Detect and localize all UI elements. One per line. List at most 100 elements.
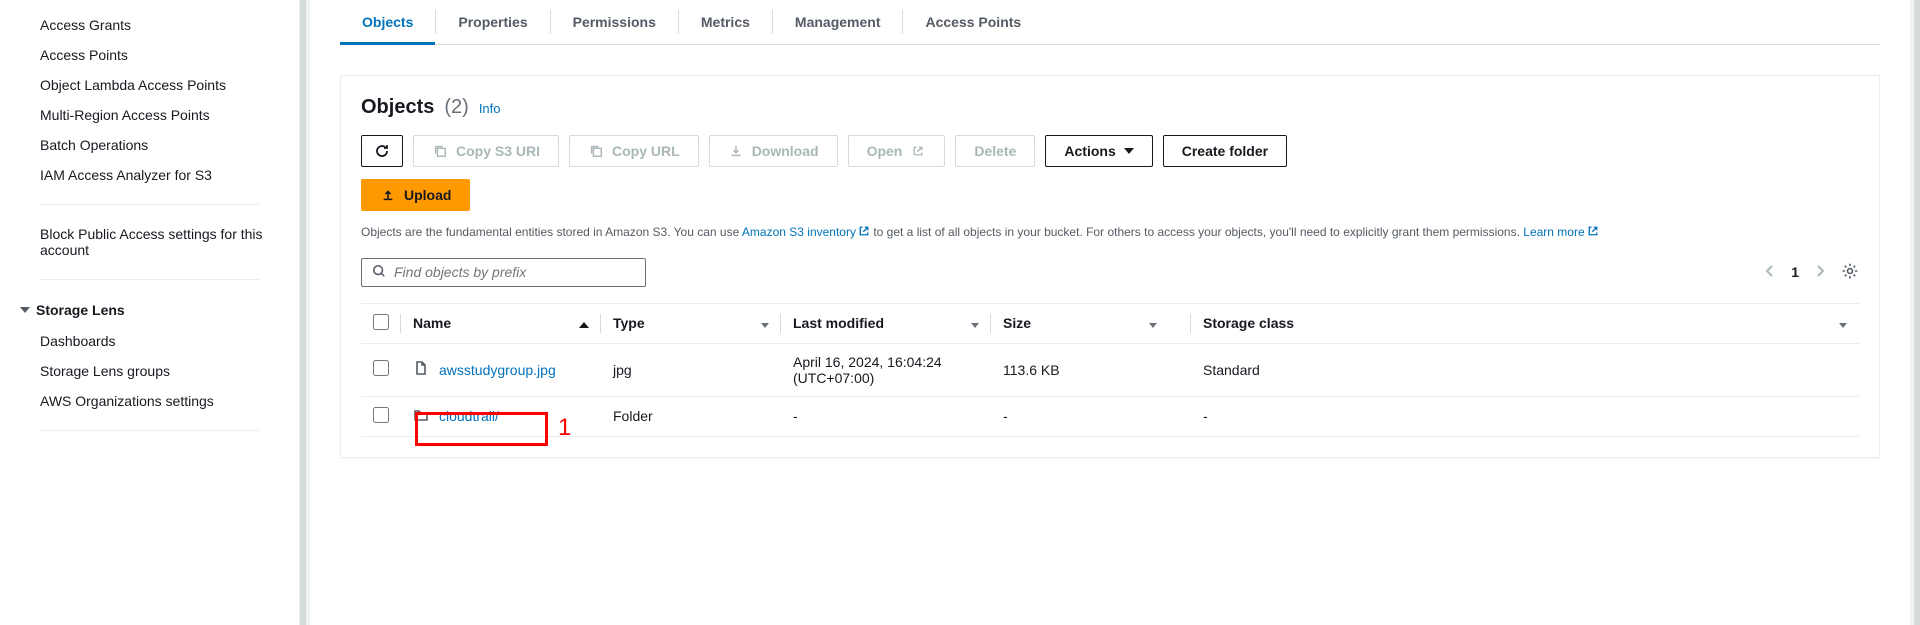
sidebar-item-org-settings[interactable]: AWS Organizations settings: [20, 386, 279, 416]
objects-table: Name Type Last modified Size: [361, 303, 1859, 437]
external-link-icon: [1587, 224, 1599, 242]
tab-access-points[interactable]: Access Points: [903, 0, 1043, 44]
cell-storage-class: -: [1191, 396, 1859, 436]
objects-panel: Objects (2) Info Copy S3 URI Copy URL: [340, 75, 1880, 458]
sidebar-item-access-grants[interactable]: Access Grants: [20, 10, 279, 40]
col-name[interactable]: Name: [413, 315, 451, 331]
sort-caret-icon[interactable]: [761, 323, 769, 328]
button-label: Open: [867, 143, 903, 159]
folder-icon: [413, 407, 429, 426]
refresh-button[interactable]: [361, 135, 403, 167]
cell-type: jpg: [601, 343, 781, 396]
cell-storage-class: Standard: [1191, 343, 1859, 396]
table-row: cloudtrail/ Folder - - -: [361, 396, 1859, 436]
col-storage-class[interactable]: Storage class: [1203, 315, 1294, 331]
col-type[interactable]: Type: [613, 315, 645, 331]
button-label: Create folder: [1182, 143, 1268, 159]
sidebar-item-iam-analyzer[interactable]: IAM Access Analyzer for S3: [20, 160, 279, 190]
resize-handle-right[interactable]: [1914, 0, 1920, 625]
tab-metrics[interactable]: Metrics: [679, 0, 772, 44]
link-text: Learn more: [1523, 225, 1584, 239]
create-folder-button[interactable]: Create folder: [1163, 135, 1287, 167]
main-content: Objects Properties Permissions Metrics M…: [310, 0, 1910, 625]
table-header-row: Name Type Last modified Size: [361, 303, 1859, 343]
inventory-link[interactable]: Amazon S3 inventory: [742, 225, 870, 239]
learn-more-link[interactable]: Learn more: [1523, 225, 1598, 239]
sidebar-divider: [40, 430, 259, 431]
sort-caret-icon[interactable]: [1839, 323, 1847, 328]
sidebar-header-storage-lens[interactable]: Storage Lens: [20, 294, 279, 326]
actions-row: Copy S3 URI Copy URL Download Open: [361, 135, 1859, 167]
row-checkbox[interactable]: [373, 360, 389, 376]
tab-permissions[interactable]: Permissions: [551, 0, 678, 44]
sidebar: Access Grants Access Points Object Lambd…: [0, 0, 300, 625]
sort-caret-icon[interactable]: [971, 323, 979, 328]
prev-page[interactable]: [1765, 264, 1775, 281]
external-link-icon: [910, 143, 926, 159]
desc-text: to get a list of all objects in your buc…: [873, 225, 1523, 239]
col-size[interactable]: Size: [1003, 315, 1031, 331]
sidebar-item-object-lambda[interactable]: Object Lambda Access Points: [20, 70, 279, 100]
object-link[interactable]: cloudtrail/: [439, 408, 499, 424]
actions-dropdown[interactable]: Actions: [1045, 135, 1152, 167]
cell-type: Folder: [601, 396, 781, 436]
row-checkbox[interactable]: [373, 407, 389, 423]
upload-icon: [380, 187, 396, 203]
sidebar-item-lens-groups[interactable]: Storage Lens groups: [20, 356, 279, 386]
sidebar-item-block-public[interactable]: Block Public Access settings for this ac…: [20, 219, 279, 265]
search-box[interactable]: [361, 258, 646, 287]
tab-properties[interactable]: Properties: [436, 0, 549, 44]
panel-header: Objects (2) Info: [361, 96, 1859, 119]
tab-objects[interactable]: Objects: [340, 0, 435, 44]
search-icon: [372, 264, 386, 281]
upload-button[interactable]: Upload: [361, 179, 470, 211]
cell-size: -: [991, 396, 1191, 436]
cell-last-modified: April 16, 2024, 16:04:24 (UTC+07:00): [781, 343, 991, 396]
button-label: Delete: [974, 143, 1016, 159]
table-row: awsstudygroup.jpg jpg April 16, 2024, 16…: [361, 343, 1859, 396]
next-page[interactable]: [1815, 264, 1825, 281]
copy-url-button[interactable]: Copy URL: [569, 135, 699, 167]
button-label: Actions: [1064, 143, 1115, 159]
sidebar-header-label: Storage Lens: [36, 302, 125, 318]
cell-size: 113.6 KB: [991, 343, 1191, 396]
button-label: Upload: [404, 187, 451, 203]
select-all-checkbox[interactable]: [373, 314, 389, 330]
copy-icon: [588, 143, 604, 159]
object-link[interactable]: awsstudygroup.jpg: [439, 362, 556, 378]
tabs: Objects Properties Permissions Metrics M…: [340, 0, 1880, 45]
sidebar-item-dashboards[interactable]: Dashboards: [20, 326, 279, 356]
pager: 1: [1765, 262, 1859, 283]
copy-icon: [432, 143, 448, 159]
settings-button[interactable]: [1841, 262, 1859, 283]
file-icon: [413, 360, 429, 379]
filter-row: 1: [361, 258, 1859, 287]
sidebar-item-batch-ops[interactable]: Batch Operations: [20, 130, 279, 160]
resize-handle[interactable]: [300, 0, 306, 625]
link-text: Amazon S3 inventory: [742, 225, 856, 239]
button-label: Copy S3 URI: [456, 143, 540, 159]
sort-asc-icon[interactable]: [579, 322, 589, 328]
delete-button[interactable]: Delete: [955, 135, 1035, 167]
panel-title: Objects: [361, 96, 434, 119]
sidebar-item-access-points[interactable]: Access Points: [20, 40, 279, 70]
cell-last-modified: -: [781, 396, 991, 436]
external-link-icon: [858, 224, 870, 242]
search-input[interactable]: [394, 264, 635, 280]
download-button[interactable]: Download: [709, 135, 838, 167]
panel-count: (2): [444, 96, 468, 119]
panel-description: Objects are the fundamental entities sto…: [361, 223, 1859, 242]
button-label: Download: [752, 143, 819, 159]
col-last-modified[interactable]: Last modified: [793, 315, 884, 331]
info-link[interactable]: Info: [479, 101, 501, 116]
sort-caret-icon[interactable]: [1149, 323, 1157, 328]
tab-management[interactable]: Management: [773, 0, 903, 44]
page-number: 1: [1791, 264, 1799, 280]
sidebar-divider: [40, 204, 259, 205]
desc-text: Objects are the fundamental entities sto…: [361, 225, 742, 239]
download-icon: [728, 143, 744, 159]
copy-s3-uri-button[interactable]: Copy S3 URI: [413, 135, 559, 167]
sidebar-item-multi-region[interactable]: Multi-Region Access Points: [20, 100, 279, 130]
open-button[interactable]: Open: [848, 135, 946, 167]
sidebar-divider: [40, 279, 259, 280]
